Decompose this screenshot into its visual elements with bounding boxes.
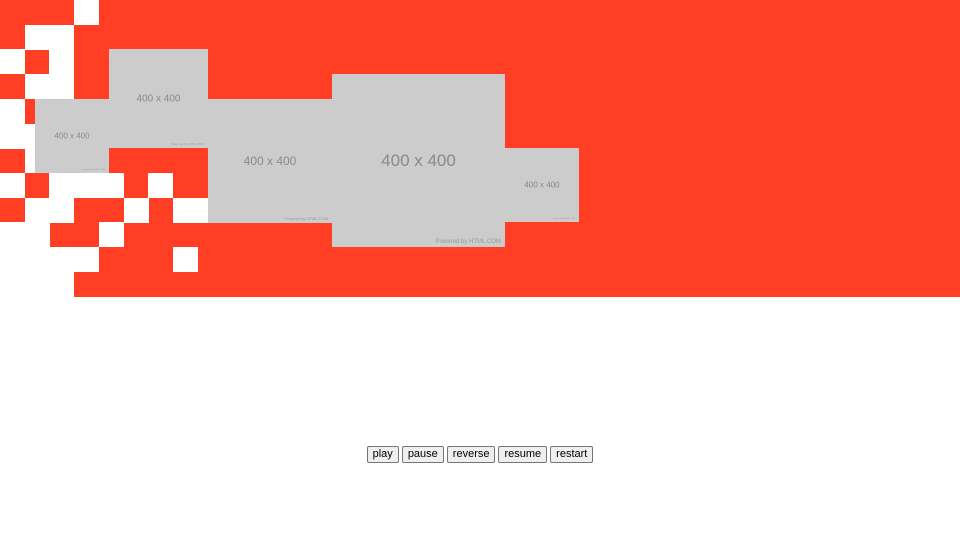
animation-stage: 400 x 400 Powered by HTML.COM 400 x 400 … — [0, 0, 960, 540]
placeholder-credit: Powered by HTML.COM — [171, 142, 204, 146]
transition-tile — [0, 123, 25, 149]
transition-tile — [24, 24, 50, 50]
transition-tile — [49, 172, 75, 198]
transition-tile — [24, 74, 50, 100]
transition-tile — [49, 24, 75, 50]
transition-tile — [49, 247, 75, 272]
placeholder-credit: Powered by HTML.COM — [435, 239, 501, 245]
placeholder-size-label: 400 x 400 — [243, 154, 297, 168]
transition-tile — [98, 172, 124, 198]
transition-tile — [0, 247, 25, 272]
transition-tile — [0, 222, 25, 248]
resume-button[interactable]: resume — [498, 446, 548, 463]
placeholder-credit: Powered by HTML.COM — [83, 169, 105, 171]
placeholder-size-label: 400 x 400 — [54, 131, 90, 141]
transition-tile — [0, 49, 25, 75]
animation-controls: play pause reverse resume restart — [0, 446, 960, 463]
transition-tile — [24, 197, 50, 223]
transition-tile — [0, 98, 25, 124]
transition-tile — [148, 172, 174, 198]
placeholder-image: 400 x 400 Powered by HTML.COM — [505, 148, 579, 222]
transition-tile — [0, 271, 25, 297]
transition-tile — [123, 197, 149, 223]
transition-tile — [24, 222, 50, 248]
transition-tile — [98, 222, 124, 248]
placeholder-credit: Powered by HTML.COM — [284, 216, 328, 221]
transition-tile — [74, 172, 100, 198]
transition-tile — [0, 172, 25, 198]
transition-tile — [49, 271, 75, 297]
placeholder-size-label: 400 x 400 — [381, 150, 456, 170]
placeholder-image: 400 x 400 Powered by HTML.COM — [332, 74, 505, 247]
transition-tile — [172, 247, 198, 272]
placeholder-image: 400 x 400 Powered by HTML.COM — [109, 49, 208, 148]
transition-tile — [74, 247, 100, 272]
pause-button[interactable]: pause — [401, 446, 444, 463]
placeholder-size-label: 400 x 400 — [136, 93, 181, 104]
placeholder-image: 400 x 400 Powered by HTML.COM — [208, 99, 332, 223]
transition-tile — [24, 271, 50, 297]
transition-tile — [24, 247, 50, 272]
transition-tile — [49, 74, 75, 100]
transition-tile — [49, 49, 75, 75]
placeholder-credit: Powered by HTML.COM — [553, 218, 575, 220]
reverse-button[interactable]: reverse — [446, 446, 496, 463]
restart-button[interactable]: restart — [550, 446, 594, 463]
placeholder-size-label: 400 x 400 — [524, 180, 560, 190]
transition-tile — [74, 0, 100, 25]
placeholder-image: 400 x 400 Powered by HTML.COM — [35, 99, 109, 173]
transition-tile — [49, 197, 75, 223]
play-button[interactable]: play — [366, 446, 399, 463]
transition-tile — [172, 197, 198, 223]
